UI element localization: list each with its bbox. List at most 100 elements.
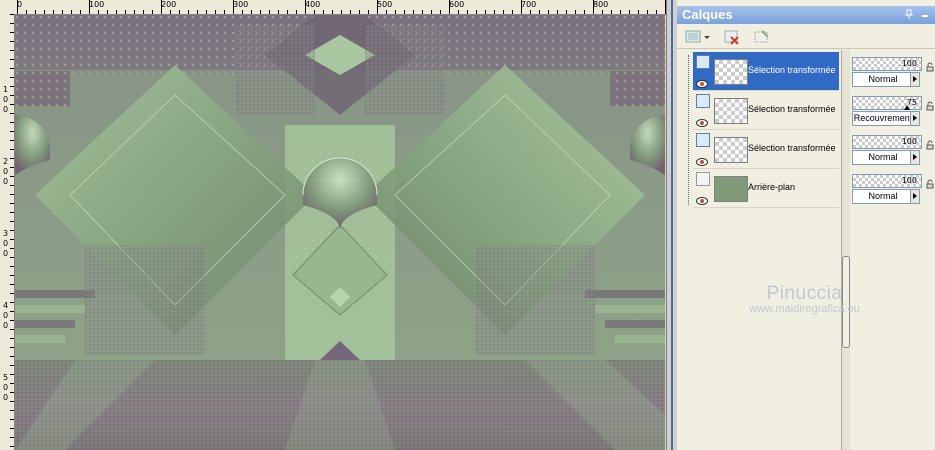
ruler-tick <box>10 320 14 321</box>
lock-icon[interactable] <box>925 57 935 72</box>
ruler-tick <box>179 10 180 14</box>
opacity-marker[interactable] <box>904 105 910 110</box>
layer-props-row: 100 Normal <box>850 169 935 207</box>
ruler-label: 100 <box>89 0 105 9</box>
ruler-tick <box>10 68 14 69</box>
ruler-label: 500 <box>377 0 393 9</box>
eye-icon[interactable] <box>696 151 708 166</box>
delete-layer-icon[interactable] <box>721 27 743 47</box>
chevron-right-icon[interactable] <box>910 73 919 86</box>
ruler-tick <box>10 140 14 141</box>
lock-icon[interactable] <box>925 135 935 150</box>
layers-list: Sélection transformée Sélection transfor… <box>693 50 839 450</box>
layer-row[interactable]: Sélection transformée <box>693 91 839 130</box>
ruler-tick <box>10 410 14 411</box>
ruler-tick <box>521 0 522 14</box>
layer-row[interactable]: Sélection transformée <box>693 130 839 169</box>
lock-icon[interactable] <box>925 96 935 111</box>
opacity-value: 100 <box>901 137 917 146</box>
layer-row[interactable]: Arrière-plan <box>693 169 839 208</box>
eye-icon[interactable] <box>696 112 708 127</box>
blend-mode-select[interactable]: Normal <box>852 72 920 87</box>
ruler-tick <box>422 10 423 14</box>
ruler-tick <box>233 0 234 14</box>
ruler-tick <box>584 10 585 14</box>
opacity-slider[interactable]: 100 <box>852 57 922 71</box>
layer-name: Sélection transformée <box>748 143 836 153</box>
ruler-tick <box>404 10 405 14</box>
artwork <box>15 15 665 450</box>
layer-type-icon <box>696 133 710 147</box>
lock-icon[interactable] <box>925 174 935 189</box>
panel-separator[interactable] <box>666 0 677 450</box>
ruler-tick <box>368 10 369 14</box>
ruler-tick <box>341 10 342 14</box>
blend-mode-value: Normal <box>868 191 898 201</box>
ruler-tick <box>10 23 14 24</box>
ruler-tick <box>80 10 81 14</box>
ruler-tick <box>143 10 144 14</box>
mask-icon[interactable] <box>751 27 773 47</box>
ruler-tick <box>224 10 225 14</box>
layer-props-row: 100 Normal <box>850 130 935 168</box>
ruler-tick <box>10 365 14 366</box>
blend-mode-select[interactable]: Normal <box>852 150 920 165</box>
ruler-tick <box>10 104 14 105</box>
chevron-right-icon[interactable] <box>910 190 919 203</box>
ruler-tick <box>10 167 14 168</box>
ruler-tick <box>260 10 261 14</box>
new-layer-icon[interactable] <box>683 27 713 47</box>
ruler-tick <box>10 275 14 276</box>
ruler-tick <box>10 374 14 375</box>
minimize-icon[interactable] <box>919 9 931 21</box>
ruler-tick <box>215 10 216 14</box>
ruler-tick <box>593 0 594 14</box>
ruler-tick <box>242 10 243 14</box>
ruler-tick <box>377 0 378 14</box>
pin-icon[interactable] <box>903 9 915 21</box>
ruler-tick <box>10 284 14 285</box>
blend-mode-select[interactable]: Normal <box>852 189 920 204</box>
ruler-tick <box>413 10 414 14</box>
ruler-tick <box>10 347 14 348</box>
ruler-label: 700 <box>521 0 537 9</box>
ruler-tick <box>10 203 14 204</box>
ruler-tick <box>10 356 14 357</box>
chevron-right-icon[interactable] <box>910 151 919 164</box>
ruler-label: 0 <box>3 321 9 330</box>
ruler-tick <box>10 185 14 186</box>
opacity-slider[interactable]: 100 <box>852 174 922 188</box>
horizontal-ruler: 0 100 200 300 400 500 600 700 800 <box>0 0 666 15</box>
ruler-tick <box>458 10 459 14</box>
ruler-tick <box>566 10 567 14</box>
panel-splitter[interactable] <box>841 50 850 450</box>
opacity-slider[interactable]: 100 <box>852 135 922 149</box>
panel-titlebar[interactable]: Calques <box>677 6 935 24</box>
blend-mode-select[interactable]: Recouvrement <box>852 111 920 126</box>
ruler-tick <box>10 230 14 231</box>
eye-icon[interactable] <box>696 73 708 88</box>
ruler-tick <box>152 10 153 14</box>
ruler-tick <box>467 10 468 14</box>
layer-name: Sélection transformée <box>748 65 836 75</box>
layer-type-icon <box>696 55 710 69</box>
ruler-tick <box>197 10 198 14</box>
ruler-tick <box>503 10 504 14</box>
ruler-tick <box>10 77 14 78</box>
layer-row[interactable]: Sélection transformée <box>693 52 839 91</box>
ruler-label: 300 <box>233 0 249 9</box>
opacity-slider[interactable]: 75 <box>852 96 922 110</box>
chevron-right-icon[interactable] <box>910 112 919 125</box>
layers-toolbar <box>677 24 935 49</box>
ruler-tick <box>10 41 14 42</box>
ruler-tick <box>17 0 18 14</box>
ruler-tick <box>35 10 36 14</box>
layer-type-icon <box>696 94 710 108</box>
ruler-tick <box>10 293 14 294</box>
eye-icon[interactable] <box>696 190 708 205</box>
ruler-label: 1 <box>3 85 9 94</box>
ruler-tick <box>386 10 387 14</box>
ruler-tick <box>89 0 90 14</box>
ruler-label: 0 <box>3 249 9 258</box>
image-canvas[interactable] <box>15 15 665 450</box>
